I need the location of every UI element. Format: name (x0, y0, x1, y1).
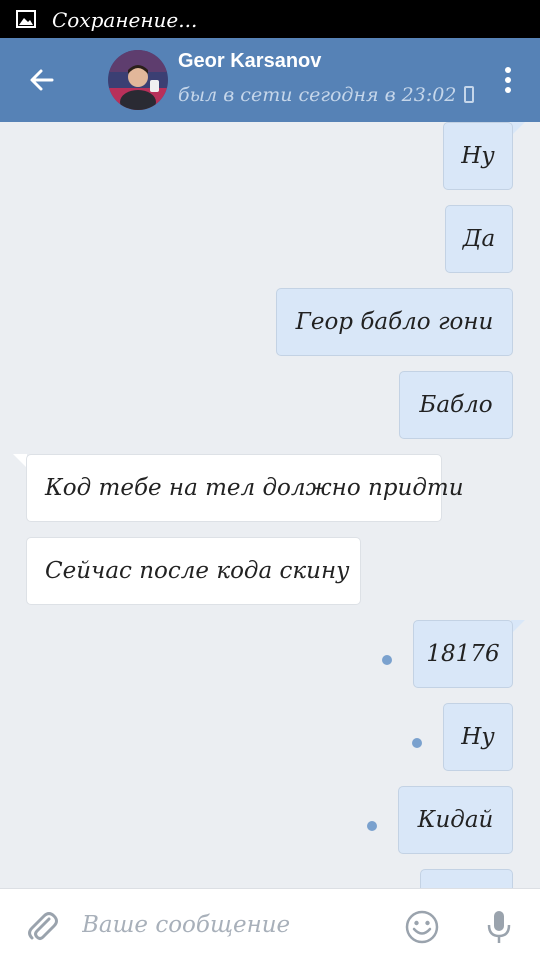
message-text: Ну (461, 724, 495, 750)
contact-status-text: был в сети сегодня в 23:02 (178, 84, 457, 106)
unread-indicator (382, 655, 392, 665)
back-button[interactable] (22, 60, 62, 100)
message-text: Бабло (419, 392, 493, 418)
bubble-tail (511, 122, 525, 136)
message-text: Сейчас после кода скину (45, 558, 350, 584)
contact-status: был в сети сегодня в 23:02 (178, 84, 475, 106)
bubble-tail (13, 454, 27, 468)
more-vertical-icon (505, 67, 511, 73)
message-text: 18176 (426, 641, 500, 667)
message-outgoing[interactable]: 18176 (413, 620, 513, 688)
status-bar: Сохранение... (0, 0, 540, 38)
chat-header: Geor Karsanov был в сети сегодня в 23:02 (0, 38, 540, 122)
message-incoming[interactable]: Сейчас после кода скину (26, 537, 361, 605)
message-outgoing[interactable]: Да (445, 205, 513, 273)
more-vertical-icon-dot (505, 87, 511, 93)
avatar-image (108, 50, 168, 110)
message-outgoing[interactable]: Ну (443, 122, 513, 190)
message-text: Геор бабло гони (295, 309, 494, 335)
message-outgoing[interactable]: Бабло (399, 371, 513, 439)
message-text: Да (462, 226, 496, 252)
message-input[interactable] (82, 903, 382, 947)
image-icon (16, 10, 36, 28)
status-text: Сохранение... (52, 8, 198, 32)
unread-indicator (367, 821, 377, 831)
smiley-icon[interactable] (404, 909, 440, 945)
message-outgoing[interactable] (420, 869, 513, 888)
unread-indicator (412, 738, 422, 748)
message-text: Код тебе на тел должно придти (45, 475, 464, 501)
microphone-icon[interactable] (484, 907, 514, 947)
message-incoming[interactable]: Код тебе на тел должно придти (26, 454, 464, 522)
message-list[interactable]: Ну Да Геор бабло гони Бабло Код тебе на … (0, 122, 540, 888)
message-outgoing[interactable]: Кидай (398, 786, 513, 854)
more-menu-button[interactable] (494, 58, 522, 102)
avatar[interactable] (108, 50, 168, 110)
bubble-tail (511, 620, 525, 634)
message-composer (0, 888, 540, 960)
message-outgoing[interactable]: Геор бабло гони (276, 288, 513, 356)
phone-icon (464, 86, 475, 103)
message-text: Кидай (417, 807, 494, 833)
arrow-left-icon (30, 69, 54, 91)
message-text: Ну (461, 143, 495, 169)
message-outgoing[interactable]: Ну (443, 703, 513, 771)
more-vertical-icon-dot (505, 77, 511, 83)
contact-name[interactable]: Geor Karsanov (178, 50, 321, 73)
paperclip-icon[interactable] (22, 907, 62, 947)
